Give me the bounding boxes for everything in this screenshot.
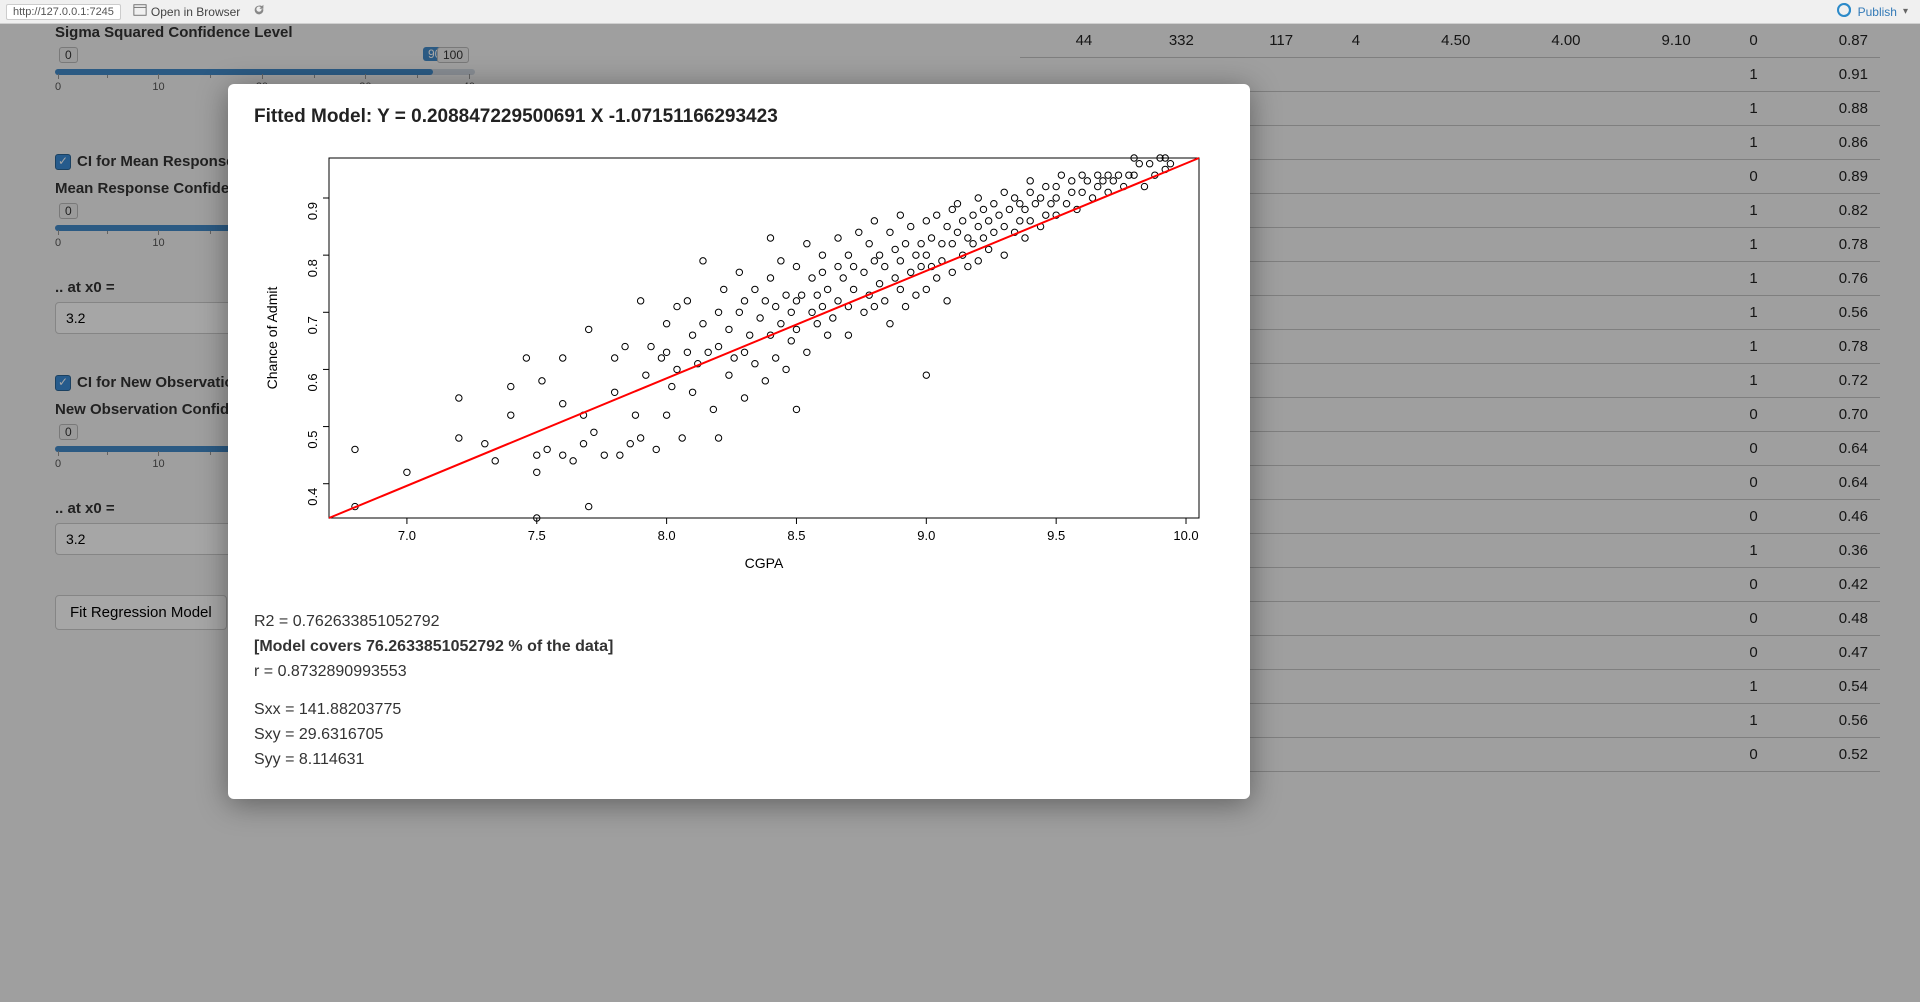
browser-window-icon (133, 3, 147, 20)
regression-scatter-plot: 7.0 7.5 8.0 8.5 9.0 9.5 10.0 0.4 0.5 0.6 0.7 0.8 0.9… (259, 148, 1219, 578)
svg-text:0.8: 0.8 (305, 259, 320, 277)
svg-text:0.6: 0.6 (305, 373, 320, 391)
svg-text:Chance of Admit: Chance of Admit (264, 287, 280, 390)
svg-text:0.5: 0.5 (305, 431, 320, 449)
stat-syy: Syy = 8.114631 (254, 748, 1224, 773)
stat-coverage: [Model covers 76.2633851052792 % of the … (254, 635, 1224, 660)
svg-text:9.0: 9.0 (917, 528, 935, 543)
stat-r: r = 0.8732890993553 (254, 660, 1224, 685)
refresh-icon[interactable] (252, 3, 266, 20)
shiny-app-background: Sigma Squared Confidence Level 0 90 100 … (0, 24, 1920, 1002)
publish-button[interactable]: Publish ▾ (1830, 2, 1914, 21)
svg-text:8.5: 8.5 (787, 528, 805, 543)
svg-text:9.5: 9.5 (1047, 528, 1065, 543)
svg-text:CGPA: CGPA (745, 555, 784, 571)
svg-text:7.0: 7.0 (398, 528, 416, 543)
fitted-model-modal: Fitted Model: Y = 0.208847229500691 X -1… (228, 84, 1250, 799)
svg-text:10.0: 10.0 (1173, 528, 1198, 543)
svg-text:0.4: 0.4 (305, 488, 320, 506)
open-in-browser-button[interactable]: Open in Browser (127, 3, 246, 20)
modal-title: Fitted Model: Y = 0.208847229500691 X -1… (254, 106, 1224, 128)
svg-text:0.7: 0.7 (305, 316, 320, 334)
stat-sxx: Sxx = 141.88203775 (254, 698, 1224, 723)
stat-sxy: Sxy = 29.6316705 (254, 723, 1224, 748)
svg-text:8.0: 8.0 (658, 528, 676, 543)
chevron-down-icon: ▾ (1903, 6, 1908, 17)
stat-r2: R2 = 0.762633851052792 (254, 610, 1224, 635)
viewer-url: http://127.0.0.1:7245 (6, 4, 121, 20)
svg-text:0.9: 0.9 (305, 202, 320, 220)
svg-text:7.5: 7.5 (528, 528, 546, 543)
model-stats-block: R2 = 0.762633851052792 [Model covers 76.… (254, 610, 1224, 773)
rstudio-viewer-toolbar: http://127.0.0.1:7245 Open in Browser Pu… (0, 0, 1920, 24)
publish-icon (1836, 2, 1852, 21)
